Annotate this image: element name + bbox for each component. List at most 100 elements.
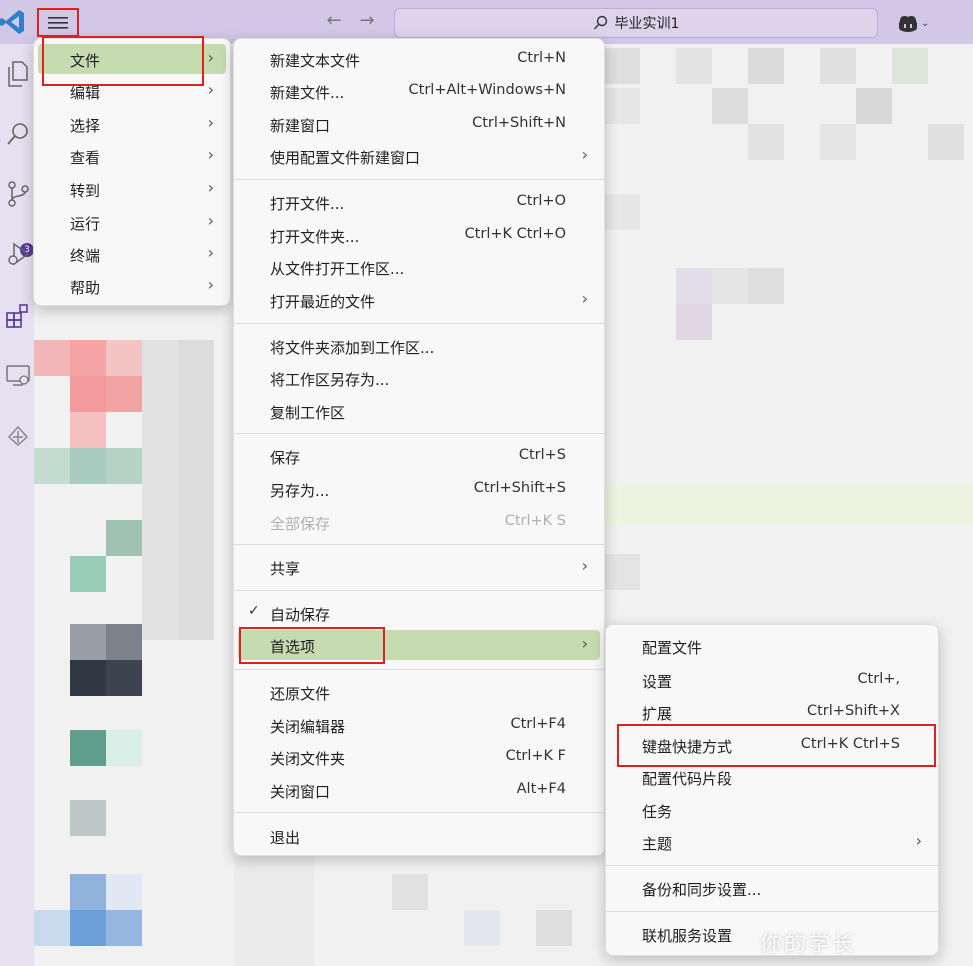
menu-item[interactable]: 转到 › (38, 174, 226, 204)
menu-item[interactable]: 新建文本文件 Ctrl+N (238, 44, 600, 74)
menu-item-label: 设置 (642, 673, 673, 691)
menu-item[interactable]: 文件 › (38, 44, 226, 74)
menu-item[interactable]: 配置代码片段 (610, 762, 934, 792)
menu-item-label: 主题 (642, 835, 673, 853)
menu-item[interactable]: 关闭文件夹 Ctrl+K F (238, 742, 600, 772)
menu-item-label: 打开文件夹... (270, 228, 360, 246)
search-icon[interactable] (4, 120, 32, 148)
menu-item[interactable]: 另存为... Ctrl+Shift+S (238, 474, 600, 504)
menu-item[interactable]: 终端 › (38, 239, 226, 269)
menu-item[interactable]: 主题 › (610, 827, 934, 857)
menu-item[interactable]: 首选项 › (238, 630, 600, 660)
menu-item[interactable]: 打开文件... Ctrl+O (238, 187, 600, 217)
menu-item[interactable]: 新建文件... Ctrl+Alt+Windows+N (238, 76, 600, 106)
copilot-button[interactable]: ⌄ (897, 10, 937, 36)
menu-item[interactable]: 关闭编辑器 Ctrl+F4 (238, 710, 600, 740)
menu-separator (234, 669, 604, 670)
source-control-icon[interactable] (4, 180, 32, 208)
remote-explorer-icon[interactable] (4, 362, 32, 390)
menu-item-label: 自动保存 (270, 606, 331, 624)
menu-item[interactable]: 任务 (610, 795, 934, 825)
extensions-icon[interactable] (4, 302, 32, 330)
menu-item-label: 全部保存 (270, 515, 331, 533)
menu-item[interactable]: 编辑 › (38, 76, 226, 106)
menu-item[interactable]: 共享 › (238, 552, 600, 582)
chevron-right-icon: › (207, 243, 214, 262)
menu-hamburger-button[interactable] (37, 8, 79, 37)
menu-item[interactable]: 配置文件 (610, 631, 934, 661)
menu-item-label: 共享 (270, 560, 301, 578)
chevron-right-icon: › (581, 556, 588, 575)
menu-separator (606, 865, 938, 866)
menu-item-shortcut: Ctrl+O (516, 193, 566, 209)
chevron-right-icon: › (581, 634, 588, 653)
menu-item-shortcut: Ctrl+Shift+N (472, 115, 566, 131)
menu-item-label: 选择 (70, 117, 101, 135)
menu-item[interactable]: 打开最近的文件 › (238, 285, 600, 315)
menu-item[interactable]: 设置 Ctrl+, (610, 665, 934, 695)
check-icon: ✓ (248, 603, 260, 619)
menu-item-label: 打开最近的文件 (270, 293, 376, 311)
arrow-right-icon[interactable]: → (355, 10, 379, 31)
chevron-right-icon: › (207, 211, 214, 230)
search-text: 毕业实训1 (614, 16, 680, 32)
menu-item-label: 从文件打开工作区... (270, 260, 405, 278)
menu-item-label: 编辑 (70, 84, 101, 102)
menu-item[interactable]: 选择 › (38, 109, 226, 139)
menu-item-label: 终端 (70, 247, 101, 265)
chevron-right-icon: › (207, 113, 214, 132)
other-icon[interactable] (4, 422, 32, 450)
menu-item[interactable]: 复制工作区 (238, 396, 600, 426)
command-center-search[interactable]: 毕业实训1 (394, 8, 878, 38)
arrow-left-icon[interactable]: ← (322, 10, 346, 31)
menu-item[interactable]: 保存 Ctrl+S (238, 441, 600, 471)
menu-item-shortcut: Ctrl+K F (505, 748, 566, 764)
menu-item[interactable]: 还原文件 (238, 677, 600, 707)
menu-item[interactable]: 备份和同步设置... (610, 873, 934, 903)
menu-item-label: 新建文本文件 (270, 52, 361, 70)
menu-item-label: 备份和同步设置... (642, 881, 762, 899)
menu-item-label: 联机服务设置 (642, 927, 733, 945)
explorer-icon[interactable] (4, 60, 32, 88)
menu-item-label: 首选项 (270, 638, 316, 656)
menu-item[interactable]: 关闭窗口 Alt+F4 (238, 775, 600, 805)
menu-item-shortcut: Ctrl+Shift+S (473, 480, 566, 496)
menu-item[interactable]: 将工作区另存为... (238, 363, 600, 393)
menu-item-shortcut: Ctrl+K S (504, 513, 566, 529)
file-menu: 新建文本文件 Ctrl+N 新建文件... Ctrl+Alt+Windows+N 新建窗… (233, 38, 605, 856)
menu-item[interactable]: 帮助 › (38, 271, 226, 301)
menu-item-label: 运行 (70, 215, 101, 233)
chevron-down-icon: ⌄ (921, 17, 930, 29)
menu-item[interactable]: 查看 › (38, 141, 226, 171)
menu-item-shortcut: Ctrl+F4 (510, 716, 566, 732)
menu-item-label: 任务 (642, 803, 673, 821)
menu-item-label: 配置文件 (642, 639, 703, 657)
chevron-right-icon: › (581, 145, 588, 164)
menu-item-shortcut: Ctrl+N (517, 50, 566, 66)
menu-item-label: 将工作区另存为... (270, 371, 390, 389)
menu-item[interactable]: 运行 › (38, 207, 226, 237)
hamburger-icon (48, 16, 68, 29)
menu-item[interactable]: 键盘快捷方式 Ctrl+K Ctrl+S (610, 730, 934, 760)
menu-item[interactable]: 从文件打开工作区... (238, 252, 600, 282)
menu-item-label: 关闭窗口 (270, 783, 331, 801)
run-debug-icon[interactable] (4, 240, 32, 268)
menu-item[interactable]: ✓ 自动保存 (238, 598, 600, 628)
menu-item-label: 退出 (270, 829, 301, 847)
menu-item[interactable]: 退出 (238, 821, 600, 851)
menu-separator (234, 433, 604, 434)
menu-item[interactable]: 使用配置文件新建窗口 › (238, 141, 600, 171)
menu-item-shortcut: Ctrl+, (857, 671, 900, 687)
menu-item[interactable]: 新建窗口 Ctrl+Shift+N (238, 109, 600, 139)
menu-item-shortcut: Ctrl+K Ctrl+O (464, 226, 566, 242)
menu-item-label: 键盘快捷方式 (642, 738, 733, 756)
menu-item-label: 将文件夹添加到工作区... (270, 339, 435, 357)
menu-item-label: 使用配置文件新建窗口 (270, 149, 421, 167)
menu-separator (234, 812, 604, 813)
watermark-text: 你的学长 (760, 932, 857, 957)
menu-item[interactable]: 将文件夹添加到工作区... (238, 331, 600, 361)
copilot-icon (899, 16, 917, 32)
menu-item[interactable]: 打开文件夹... Ctrl+K Ctrl+O (238, 220, 600, 250)
menu-item[interactable]: 扩展 Ctrl+Shift+X (610, 697, 934, 727)
search-icon (593, 15, 607, 30)
